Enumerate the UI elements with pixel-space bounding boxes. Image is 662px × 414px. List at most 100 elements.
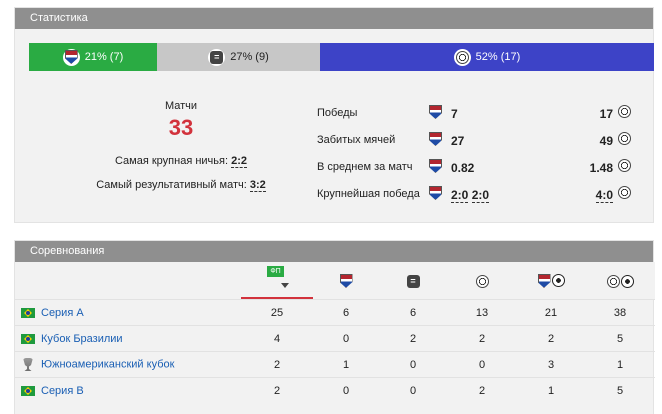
highest-scoring: Самый результативный матч: 3:2: [29, 179, 333, 192]
biggest-draw-label: Самая крупная ничья:: [114, 155, 229, 167]
away-team-crest-icon: [618, 105, 631, 118]
competitions-header: Соревнования: [15, 241, 653, 262]
home-wins-segment[interactable]: 21% (7): [29, 43, 157, 71]
home-value: 2:0 2:0: [451, 188, 490, 203]
away-value[interactable]: 4:0: [595, 188, 613, 203]
away-team-crest-icon: [618, 132, 631, 145]
sort-desc-icon[interactable]: [281, 283, 289, 289]
away-value: 49: [599, 134, 613, 148]
cell-draws: 0: [379, 377, 447, 404]
highest-scoring-label: Самый результативный матч:: [96, 179, 247, 191]
brazil-flag-icon: [21, 307, 35, 318]
competitions-panel: Соревнования ФП = Серия А 25 6 6 13 21 3: [14, 240, 655, 414]
cell-home-wins: 0: [313, 377, 379, 404]
cell-away-goals: 5: [585, 325, 655, 352]
home-team-crest-icon: [429, 159, 442, 173]
cell-away-goals: 5: [585, 377, 655, 404]
cell-away-goals: 1: [585, 351, 655, 378]
draw-icon: =: [208, 48, 226, 66]
header-away-wins[interactable]: [447, 262, 517, 300]
ball-icon: [620, 274, 634, 288]
home-wins-pct: 21% (7): [84, 51, 124, 63]
away-value: 17: [599, 107, 613, 121]
cell-away-wins: 2: [447, 377, 517, 404]
draws-segment[interactable]: = 27% (9): [157, 43, 320, 71]
cell-home-wins: 1: [313, 351, 379, 378]
home-biggest-win-1[interactable]: 2:0: [451, 188, 469, 203]
highest-scoring-value[interactable]: 3:2: [249, 179, 266, 192]
competition-name: Кубок Бразилии: [15, 325, 241, 352]
home-team-crest-icon: [62, 48, 80, 66]
field-icon: ФП: [267, 266, 284, 278]
row-label: В среднем за матч: [317, 161, 413, 173]
biggest-draw-value[interactable]: 2:2: [231, 155, 247, 168]
away-team-crest-icon: [453, 48, 471, 66]
active-sort-tab[interactable]: ФП: [241, 262, 313, 299]
results-bar: 21% (7) = 27% (9) 52% (17): [29, 43, 654, 71]
row-label: Забитых мячей: [317, 134, 396, 146]
biggest-draw: Самая крупная ничья: 2:2: [29, 155, 333, 168]
header-matches-tab[interactable]: ФП: [241, 262, 313, 300]
competition-link[interactable]: Кубок Бразилии: [41, 333, 123, 345]
home-team-crest-icon: [339, 273, 353, 288]
header-home-wins[interactable]: [313, 262, 379, 300]
cell-away-wins: 13: [447, 299, 517, 326]
comparison-row-biggest-win: Крупнейшая победа 2:0 2:0 4:0: [317, 184, 647, 211]
draws-pct: 27% (9): [230, 51, 269, 63]
competition-name: Серия В: [15, 377, 241, 404]
cell-draws: 0: [379, 351, 447, 378]
home-value: 0.82: [451, 161, 475, 175]
draw-icon: =: [406, 275, 420, 288]
table-row: Кубок Бразилии 4 0 2 2 2 5: [15, 325, 655, 352]
away-team-crest-icon: [475, 274, 489, 288]
away-wins-segment[interactable]: 52% (17): [320, 43, 654, 71]
ball-icon: [551, 274, 565, 288]
cell-away-goals: 38: [585, 299, 655, 326]
cell-away-wins: 0: [447, 351, 517, 378]
comparison-rows: Победы 7 17 Забитых мячей 27 49 В средне…: [317, 103, 647, 211]
away-team-crest-icon: [606, 274, 620, 288]
summary-column: Матчи 33 Самая крупная ничья: 2:2 Самый …: [29, 100, 333, 192]
brazil-flag-icon: [21, 385, 35, 396]
cell-home-goals: 21: [517, 299, 585, 326]
table-header-row: ФП =: [15, 262, 655, 300]
table-row: Серия В 2 0 0 2 1 5: [15, 377, 655, 404]
competitions-table: ФП = Серия А 25 6 6 13 21 38 Кубок Брази…: [15, 262, 655, 404]
competition-link[interactable]: Серия А: [41, 307, 84, 319]
cell-matches: 2: [241, 377, 313, 404]
home-biggest-win-2[interactable]: 2:0: [471, 188, 490, 203]
competition-name: Серия А: [15, 299, 241, 326]
trophy-icon: [23, 358, 33, 371]
away-value: 1.48: [589, 161, 613, 175]
cell-home-goals: 2: [517, 325, 585, 352]
cell-away-wins: 2: [447, 325, 517, 352]
header-draws[interactable]: =: [379, 262, 447, 300]
brazil-flag-icon: [21, 333, 35, 344]
competition-link[interactable]: Серия В: [41, 385, 84, 397]
comparison-row-wins: Победы 7 17: [317, 103, 647, 130]
table-row: Южноамериканский кубок 2 1 0 0 3 1: [15, 351, 655, 378]
home-team-crest-icon: [537, 273, 551, 288]
statistics-panel: Статистика 21% (7) = 27% (9) 52% (17) Ма…: [14, 7, 654, 223]
cell-draws: 6: [379, 299, 447, 326]
cell-matches: 2: [241, 351, 313, 378]
competition-link[interactable]: Южноамериканский кубок: [41, 358, 174, 370]
comparison-row-goals: Забитых мячей 27 49: [317, 130, 647, 157]
home-value: 27: [451, 134, 465, 148]
home-team-crest-icon: [429, 132, 442, 146]
cell-draws: 2: [379, 325, 447, 352]
header-competition: [15, 262, 241, 300]
header-home-goals[interactable]: [517, 262, 585, 300]
competition-name: Южноамериканский кубок: [15, 351, 241, 378]
away-wins-pct: 52% (17): [475, 51, 521, 63]
matches-label: Матчи: [164, 100, 198, 112]
cell-matches: 25: [241, 299, 313, 326]
cell-home-goals: 1: [517, 377, 585, 404]
away-team-crest-icon: [618, 159, 631, 172]
header-away-goals[interactable]: [585, 262, 655, 300]
matches-count: 33: [168, 115, 194, 140]
row-label: Победы: [317, 107, 358, 119]
statistics-header: Статистика: [15, 8, 653, 29]
away-team-crest-icon: [618, 186, 631, 199]
cell-matches: 4: [241, 325, 313, 352]
